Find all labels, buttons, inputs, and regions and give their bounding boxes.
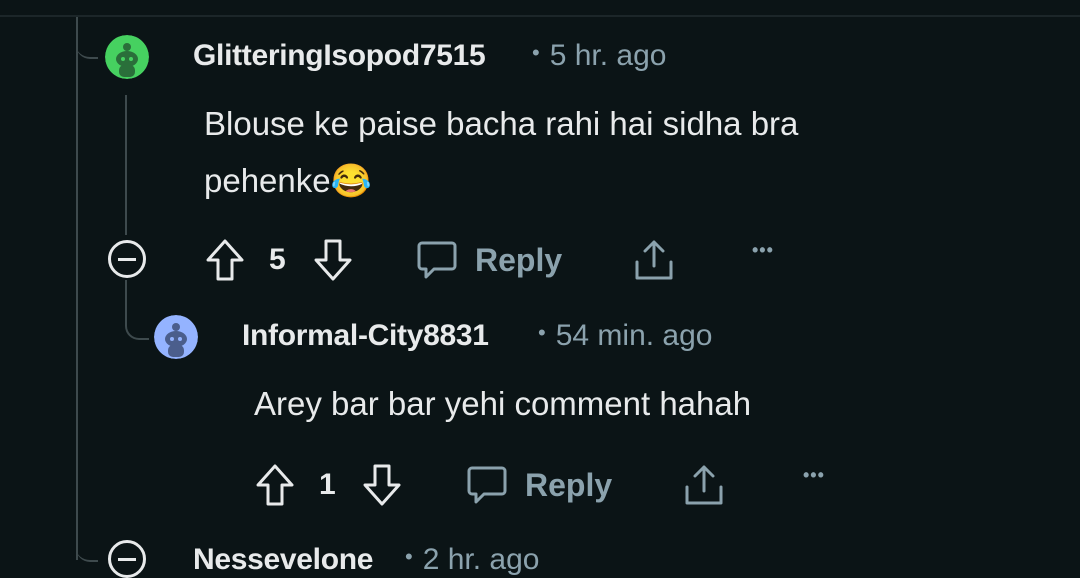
thread-elbow-2: [125, 280, 149, 340]
snoo-avatar-icon: [105, 35, 149, 79]
comment-body: Arey bar bar yehi comment hahah: [254, 385, 752, 422]
thread-elbow-1: [76, 17, 98, 59]
thread-elbow-3: [76, 520, 98, 562]
downvote-icon[interactable]: [362, 463, 402, 507]
snoo-avatar-icon: [154, 315, 198, 359]
comment-timestamp: • 2 hr. ago: [405, 543, 539, 577]
more-options-button[interactable]: •••: [803, 465, 825, 486]
vote-count: 5: [269, 243, 286, 276]
comment-bubble-icon: [467, 466, 507, 504]
comment-username[interactable]: Nessevelone: [193, 543, 373, 577]
downvote-icon[interactable]: [313, 238, 353, 282]
more-options-button[interactable]: •••: [752, 240, 774, 261]
collapse-thread-button[interactable]: [108, 240, 146, 278]
top-divider: [0, 15, 1080, 17]
comment-body: Blouse ke paise bacha rahi hai sidha bra…: [204, 95, 984, 209]
comment-timestamp: • 54 min. ago: [538, 319, 712, 353]
laughing-emoji: 😂: [330, 162, 372, 199]
meta-separator: •: [532, 40, 540, 65]
share-icon[interactable]: [683, 463, 725, 507]
upvote-icon[interactable]: [255, 463, 295, 507]
user-avatar[interactable]: [105, 35, 149, 79]
vote-count: 1: [319, 468, 336, 501]
reply-label: Reply: [475, 242, 563, 278]
upvote-icon[interactable]: [205, 238, 245, 282]
comment-time: 5 hr. ago: [549, 39, 667, 72]
meta-separator: •: [405, 544, 413, 569]
share-icon[interactable]: [633, 238, 675, 282]
user-avatar[interactable]: [154, 315, 198, 359]
comment-username[interactable]: GlitteringIsopod7515: [193, 39, 486, 73]
comment-bubble-icon: [417, 241, 457, 279]
reply-label: Reply: [525, 467, 613, 503]
expand-thread-button[interactable]: [108, 540, 146, 578]
comment-time: 54 min. ago: [555, 319, 713, 352]
comment-body-line-2: pehenke: [204, 162, 331, 199]
comment-body-line-1: Blouse ke paise bacha rahi hai sidha bra: [204, 105, 799, 142]
meta-separator: •: [538, 320, 546, 345]
thread-line-comment-1: [125, 95, 127, 235]
comment-username[interactable]: Informal-City8831: [242, 319, 489, 353]
comment-timestamp: • 5 hr. ago: [532, 39, 666, 73]
thread-line-outer: [76, 17, 78, 560]
